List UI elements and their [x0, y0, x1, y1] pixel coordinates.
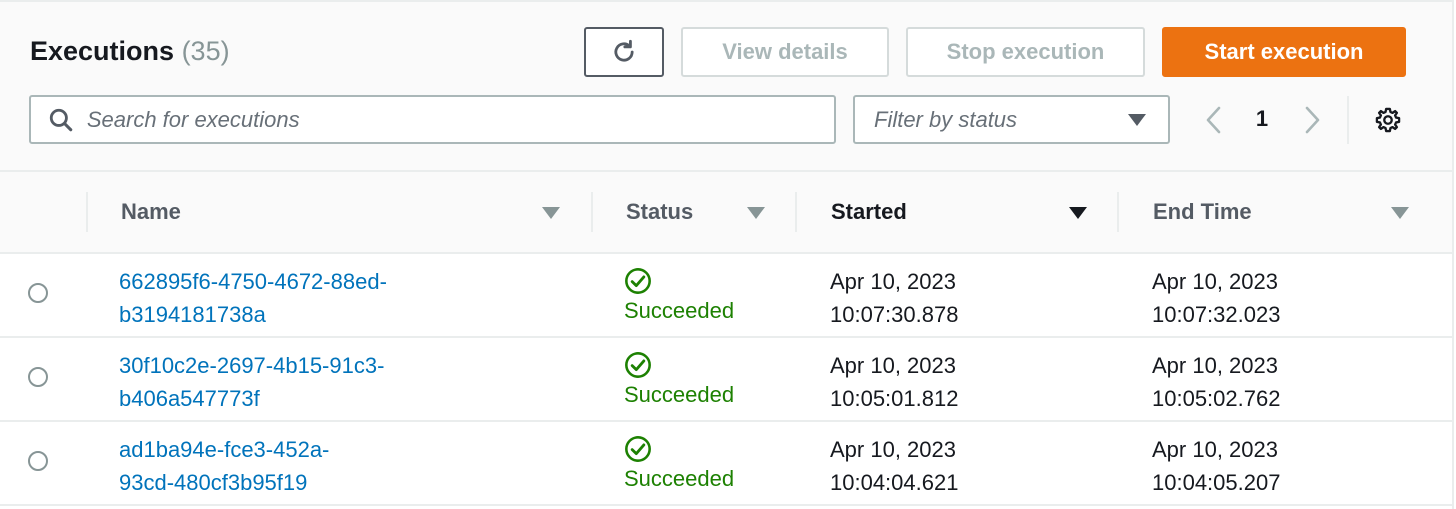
search-box — [29, 95, 836, 144]
chevron-right-icon — [1305, 106, 1320, 134]
column-separator — [86, 192, 88, 232]
row-select-radio[interactable] — [28, 283, 48, 303]
execution-name-line[interactable]: 662895f6-4750-4672-88ed- — [119, 265, 439, 298]
column-header-end-time[interactable]: End Time — [1153, 172, 1383, 252]
end-time: 10:07:32.023 — [1152, 302, 1281, 327]
execution-name-link[interactable]: ad1ba94e-fce3-452a- 93cd-480cf3b95f19 — [119, 433, 439, 499]
preferences-button[interactable] — [1373, 105, 1403, 135]
end-time-cell: Apr 10, 2023 10:05:02.762 — [1152, 349, 1280, 415]
end-time-cell: Apr 10, 2023 10:04:05.207 — [1152, 433, 1280, 499]
status-text: Succeeded — [624, 382, 735, 407]
next-page-button[interactable] — [1297, 104, 1327, 136]
table-row: 30f10c2e-2697-4b15-91c3- b406a547773f Su… — [0, 338, 1452, 422]
end-date: Apr 10, 2023 — [1152, 353, 1278, 378]
column-separator — [591, 192, 593, 232]
status-text: Succeeded — [624, 298, 735, 323]
execution-count: (35) — [181, 36, 230, 66]
row-select-radio[interactable] — [28, 451, 48, 471]
status-cell: Succeeded — [624, 265, 734, 326]
end-date: Apr 10, 2023 — [1152, 269, 1278, 294]
end-time-cell: Apr 10, 2023 10:07:32.023 — [1152, 265, 1280, 331]
start-execution-button[interactable]: Start execution — [1162, 27, 1406, 77]
table-header: Name Status Started End Time — [0, 172, 1452, 254]
end-date: Apr 10, 2023 — [1152, 437, 1278, 462]
stop-execution-button[interactable]: Stop execution — [906, 27, 1145, 77]
toolbar-divider — [1347, 96, 1349, 144]
started-date: Apr 10, 2023 — [830, 353, 956, 378]
end-time: 10:04:05.207 — [1152, 470, 1281, 495]
status-filter[interactable] — [853, 95, 1170, 144]
sort-caret-icon[interactable] — [1391, 207, 1409, 219]
started-cell: Apr 10, 2023 10:05:01.812 — [830, 349, 958, 415]
execution-name-link[interactable]: 662895f6-4750-4672-88ed- b3194181738a — [119, 265, 439, 331]
check-circle-icon — [625, 436, 651, 462]
chevron-left-icon — [1206, 106, 1221, 134]
status-filter-input[interactable] — [872, 105, 1168, 134]
execution-name-line[interactable]: 93cd-480cf3b95f19 — [119, 466, 439, 499]
column-separator — [795, 192, 797, 232]
refresh-button[interactable] — [584, 27, 664, 77]
started-cell: Apr 10, 2023 10:04:04.621 — [830, 433, 958, 499]
execution-name-link[interactable]: 30f10c2e-2697-4b15-91c3- b406a547773f — [119, 349, 439, 415]
executions-panel: Executions (35) View details Stop execut… — [0, 0, 1454, 509]
row-select-radio[interactable] — [28, 367, 48, 387]
table-row: ad1ba94e-fce3-452a- 93cd-480cf3b95f19 Su… — [0, 422, 1452, 506]
check-circle-icon — [625, 352, 651, 378]
page-title: Executions (35) — [30, 36, 230, 67]
search-input[interactable] — [84, 105, 834, 134]
sort-caret-icon[interactable] — [1069, 207, 1087, 219]
gear-icon — [1375, 107, 1401, 133]
status-cell: Succeeded — [624, 349, 734, 410]
started-date: Apr 10, 2023 — [830, 269, 956, 294]
sort-caret-icon[interactable] — [747, 207, 765, 219]
started-time: 10:07:30.878 — [830, 302, 959, 327]
end-time: 10:05:02.762 — [1152, 386, 1281, 411]
started-cell: Apr 10, 2023 10:07:30.878 — [830, 265, 958, 331]
execution-name-line[interactable]: b3194181738a — [119, 298, 439, 331]
refresh-icon — [614, 39, 634, 62]
sort-caret-icon[interactable] — [542, 207, 560, 219]
status-cell: Succeeded — [624, 433, 734, 494]
started-time: 10:04:04.621 — [830, 470, 959, 495]
started-date: Apr 10, 2023 — [830, 437, 956, 462]
status-text: Succeeded — [624, 466, 735, 491]
panel-header: Executions (35) View details Stop execut… — [0, 2, 1452, 172]
search-icon — [47, 105, 75, 135]
check-circle-icon — [625, 268, 651, 294]
caret-down-icon — [1128, 114, 1146, 126]
execution-name-line[interactable]: ad1ba94e-fce3-452a- — [119, 433, 439, 466]
view-details-button[interactable]: View details — [681, 27, 889, 77]
execution-name-line[interactable]: b406a547773f — [119, 382, 439, 415]
execution-name-line[interactable]: 30f10c2e-2697-4b15-91c3- — [119, 349, 439, 382]
started-time: 10:05:01.812 — [830, 386, 959, 411]
previous-page-button[interactable] — [1199, 104, 1229, 136]
page-number[interactable]: 1 — [1250, 106, 1274, 132]
column-header-name[interactable]: Name — [121, 172, 581, 252]
title-text: Executions — [30, 36, 175, 66]
table-row: 662895f6-4750-4672-88ed- b3194181738a Su… — [0, 254, 1452, 338]
column-separator — [1117, 192, 1119, 232]
